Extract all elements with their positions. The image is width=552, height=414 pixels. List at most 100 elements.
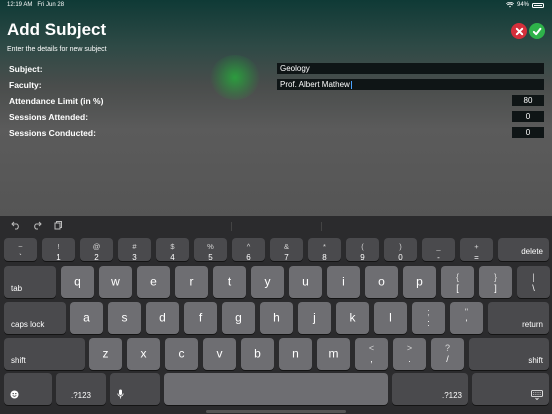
subject-input[interactable]: Geology: [277, 63, 544, 74]
numbers-key-left[interactable]: .?123: [56, 373, 106, 405]
key-top-label: {: [455, 272, 459, 282]
key-label: n: [292, 346, 299, 361]
key-bottom-label: ,: [370, 354, 373, 364]
key-\[interactable]: | \: [517, 266, 550, 298]
key-label: q: [74, 274, 81, 289]
key-f[interactable]: f: [184, 302, 217, 334]
key-i[interactable]: i: [327, 266, 360, 298]
key-[[interactable]: {[: [441, 266, 474, 298]
key-o[interactable]: o: [365, 266, 398, 298]
key-label: m: [328, 346, 339, 361]
key-][interactable]: }]: [479, 266, 512, 298]
key-v[interactable]: v: [203, 338, 236, 370]
key-label: u: [302, 274, 309, 289]
key-bottom-label: 7: [284, 253, 289, 262]
key-a[interactable]: a: [70, 302, 103, 334]
key-q[interactable]: q: [61, 266, 94, 298]
caps-lock-key[interactable]: caps lock: [4, 302, 66, 334]
key-top-label: (: [361, 242, 364, 251]
key-top-label: #: [132, 242, 137, 251]
key-4[interactable]: $4: [156, 238, 189, 262]
key-l[interactable]: l: [374, 302, 407, 334]
redo-icon[interactable]: [32, 221, 42, 230]
faculty-input[interactable]: Prof. Albert Mathew: [277, 79, 544, 90]
delete-key[interactable]: delete: [498, 238, 549, 261]
key-2[interactable]: @2: [80, 238, 113, 262]
shift-key-left[interactable]: shift: [4, 338, 85, 370]
key-g[interactable]: g: [222, 302, 255, 334]
key-8[interactable]: * 8: [308, 238, 341, 262]
undo-icon[interactable]: [11, 221, 21, 230]
key-e[interactable]: e: [137, 266, 170, 298]
key-bottom-label: 2: [94, 253, 99, 262]
key-y[interactable]: y: [251, 266, 284, 298]
key-top-label: >: [406, 343, 413, 353]
key-top-label: ): [399, 242, 402, 251]
cancel-button[interactable]: [511, 23, 527, 39]
key-5[interactable]: % 5: [194, 238, 227, 262]
save-button[interactable]: [529, 23, 545, 39]
sessions-conducted-label: Sessions Conducted:: [9, 128, 96, 138]
key-k[interactable]: k: [336, 302, 369, 334]
key-label: g: [235, 310, 242, 325]
key-9[interactable]: (9: [346, 238, 379, 262]
key-u[interactable]: u: [289, 266, 322, 298]
key-top-label: ;: [427, 307, 430, 317]
emoji-button[interactable]: [4, 373, 52, 405]
key-b[interactable]: b: [241, 338, 274, 370]
key-1[interactable]: ! 1: [42, 238, 75, 262]
key-6[interactable]: ^ 6: [232, 238, 265, 262]
key-s[interactable]: s: [108, 302, 141, 334]
key-p[interactable]: p: [403, 266, 436, 298]
key-m[interactable]: m: [317, 338, 350, 370]
key-quote[interactable]: " ': [450, 302, 483, 334]
key-label: tab: [11, 284, 23, 293]
dismiss-keyboard-button[interactable]: [472, 373, 549, 405]
key-label: i: [342, 274, 345, 289]
key-0[interactable]: ) 0: [384, 238, 417, 262]
key-bottom-label: 8: [322, 253, 327, 262]
key-label: .?123: [441, 391, 462, 400]
key-w[interactable]: w: [99, 266, 132, 298]
return-key[interactable]: return: [488, 302, 549, 334]
key-n[interactable]: n: [279, 338, 312, 370]
shift-key-right[interactable]: shift: [469, 338, 549, 370]
key-j[interactable]: j: [298, 302, 331, 334]
key-,[interactable]: <,: [355, 338, 388, 370]
key-label: y: [264, 274, 271, 289]
key-bottom-label: 6: [246, 253, 251, 262]
key-z[interactable]: z: [89, 338, 122, 370]
key-semicolon[interactable]: ;:: [412, 302, 445, 334]
tab-key[interactable]: tab: [4, 266, 56, 298]
key-3[interactable]: #3: [118, 238, 151, 262]
key--[interactable]: _ -: [422, 238, 455, 262]
key-/[interactable]: ? /: [431, 338, 464, 370]
wifi-icon: [505, 2, 514, 8]
status-date: Fri Jun 28: [37, 2, 65, 8]
attendance-limit-input[interactable]: 80: [512, 95, 544, 106]
sessions-attended-input[interactable]: 0: [512, 111, 544, 122]
key-d[interactable]: d: [146, 302, 179, 334]
key-top-label: <: [368, 343, 375, 353]
key-x[interactable]: x: [127, 338, 160, 370]
key-label: l: [389, 310, 392, 325]
paste-icon[interactable]: [54, 221, 64, 230]
key-t[interactable]: t: [213, 266, 246, 298]
key-.[interactable]: >.: [393, 338, 426, 370]
key-bottom-label: [: [456, 283, 459, 293]
key-label: z: [102, 346, 109, 361]
key-bottom-label: 0: [398, 253, 403, 262]
key-h[interactable]: h: [260, 302, 293, 334]
key-top-label: ": [464, 307, 469, 317]
key-bottom-label: ]: [494, 283, 497, 293]
sessions-conducted-input[interactable]: 0: [512, 127, 544, 138]
microphone-button[interactable]: [110, 373, 160, 405]
key-=[interactable]: + =: [460, 238, 493, 262]
key-`[interactable]: ~ `: [4, 238, 37, 262]
key-label: o: [378, 274, 385, 289]
key-7[interactable]: & 7: [270, 238, 303, 262]
space-bar[interactable]: [164, 373, 388, 405]
numbers-key-right[interactable]: .?123: [392, 373, 468, 405]
key-c[interactable]: c: [165, 338, 198, 370]
key-r[interactable]: r: [175, 266, 208, 298]
